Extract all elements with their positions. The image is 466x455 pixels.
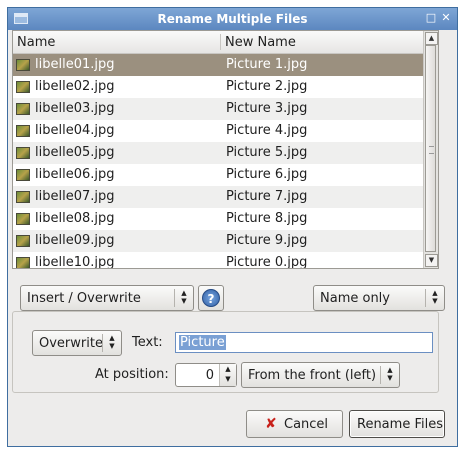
scope-select[interactable]: Name only ▲ ▼ xyxy=(313,285,445,311)
file-name: libelle02.jpg xyxy=(35,79,115,94)
list-rows: libelle01.jpg Picture 1.jpg libelle02.jpg… xyxy=(13,54,425,269)
position-label: At position: xyxy=(95,367,169,382)
direction-select[interactable]: From the front (left) ▲ ▼ xyxy=(241,362,400,388)
help-icon: ? xyxy=(202,289,220,307)
rename-files-button-label: Rename Files xyxy=(357,417,443,432)
combo-divider xyxy=(425,289,426,307)
scroll-up-icon[interactable]: ▲ xyxy=(425,32,438,45)
column-header-name[interactable]: Name xyxy=(17,35,55,50)
image-thumbnail-icon xyxy=(16,257,30,268)
updown-arrows-icon: ▲ ▼ xyxy=(387,366,393,382)
column-header-new-name[interactable]: New Name xyxy=(225,35,296,50)
image-thumbnail-icon xyxy=(16,103,30,115)
new-file-name: Picture 3.jpg xyxy=(226,101,308,116)
image-thumbnail-icon xyxy=(16,169,30,181)
list-row[interactable]: libelle06.jpg Picture 6.jpg xyxy=(13,164,425,186)
position-value: 0 xyxy=(205,368,214,383)
rename-files-button[interactable]: Rename Files xyxy=(349,410,445,438)
list-row[interactable]: libelle07.jpg Picture 7.jpg xyxy=(13,186,425,208)
image-thumbnail-icon xyxy=(16,235,30,247)
updown-arrows-icon: ▲ ▼ xyxy=(181,289,187,305)
cancel-button-label: Cancel xyxy=(284,417,329,432)
help-button[interactable]: ? xyxy=(198,285,224,311)
image-thumbnail-icon xyxy=(16,147,30,159)
direction-select-value: From the front (left) xyxy=(248,368,377,383)
operation-select-value: Overwrite xyxy=(39,336,103,351)
new-file-name: Picture 0.jpg xyxy=(226,255,308,269)
operation-select[interactable]: Overwrite ▲ ▼ xyxy=(32,330,122,356)
image-thumbnail-icon xyxy=(16,81,30,93)
mode-select-value: Insert / Overwrite xyxy=(27,291,141,306)
file-name: libelle07.jpg xyxy=(35,189,115,204)
new-file-name: Picture 4.jpg xyxy=(226,123,308,138)
scope-select-value: Name only xyxy=(320,291,390,306)
file-list[interactable]: Name New Name libelle01.jpg Picture 1.jpg… xyxy=(12,30,439,269)
file-name: libelle06.jpg xyxy=(35,167,115,182)
cancel-icon: ✘ xyxy=(265,416,277,432)
vertical-scrollbar[interactable]: ▲ ▼ xyxy=(423,31,438,268)
new-file-name: Picture 1.jpg xyxy=(226,57,308,72)
grip-icon xyxy=(429,146,434,154)
updown-arrows-icon: ▲ ▼ xyxy=(109,334,115,350)
image-thumbnail-icon xyxy=(16,191,30,203)
cancel-button[interactable]: ✘ Cancel xyxy=(246,410,343,438)
file-name: libelle03.jpg xyxy=(35,101,115,116)
combo-divider xyxy=(102,334,103,352)
text-input[interactable]: Picture xyxy=(175,332,433,353)
column-divider[interactable] xyxy=(220,34,221,50)
updown-arrows-icon: ▲ ▼ xyxy=(432,289,438,305)
list-row[interactable]: libelle08.jpg Picture 8.jpg xyxy=(13,208,425,230)
mode-select[interactable]: Insert / Overwrite ▲ ▼ xyxy=(20,285,194,311)
image-thumbnail-icon xyxy=(16,59,30,71)
new-file-name: Picture 8.jpg xyxy=(226,211,308,226)
list-row[interactable]: libelle10.jpg Picture 0.jpg xyxy=(13,252,425,269)
file-name: libelle10.jpg xyxy=(35,255,115,269)
new-file-name: Picture 7.jpg xyxy=(226,189,308,204)
text-input-value: Picture xyxy=(179,335,226,350)
spinner-arrows-icon[interactable]: ▲ ▼ xyxy=(219,364,236,386)
list-row[interactable]: libelle01.jpg Picture 1.jpg xyxy=(13,54,425,76)
new-file-name: Picture 5.jpg xyxy=(226,145,308,160)
close-icon[interactable]: ✕ xyxy=(440,12,452,24)
scroll-down-icon[interactable]: ▼ xyxy=(425,254,438,267)
list-row[interactable]: libelle02.jpg Picture 2.jpg xyxy=(13,76,425,98)
image-thumbnail-icon xyxy=(16,125,30,137)
file-name: libelle09.jpg xyxy=(35,233,115,248)
list-row[interactable]: libelle04.jpg Picture 4.jpg xyxy=(13,120,425,142)
text-label: Text: xyxy=(132,335,163,350)
list-row[interactable]: libelle09.jpg Picture 9.jpg xyxy=(13,230,425,252)
new-file-name: Picture 9.jpg xyxy=(226,233,308,248)
list-header: Name New Name xyxy=(13,31,425,54)
combo-divider xyxy=(380,366,381,384)
file-name: libelle04.jpg xyxy=(35,123,115,138)
file-name: libelle01.jpg xyxy=(35,57,115,72)
new-file-name: Picture 6.jpg xyxy=(226,167,308,182)
list-row[interactable]: libelle03.jpg Picture 3.jpg xyxy=(13,98,425,120)
file-name: libelle08.jpg xyxy=(35,211,115,226)
title-bar[interactable]: Rename Multiple Files □ ✕ xyxy=(8,8,457,30)
maximize-icon[interactable]: □ xyxy=(425,12,437,24)
new-file-name: Picture 2.jpg xyxy=(226,79,308,94)
file-name: libelle05.jpg xyxy=(35,145,115,160)
position-spinner[interactable]: 0 ▲ ▼ xyxy=(175,363,237,387)
window-title: Rename Multiple Files xyxy=(157,12,308,26)
image-thumbnail-icon xyxy=(16,213,30,225)
scrollbar-thumb[interactable] xyxy=(425,45,436,252)
list-row[interactable]: libelle05.jpg Picture 5.jpg xyxy=(13,142,425,164)
combo-divider xyxy=(174,289,175,307)
